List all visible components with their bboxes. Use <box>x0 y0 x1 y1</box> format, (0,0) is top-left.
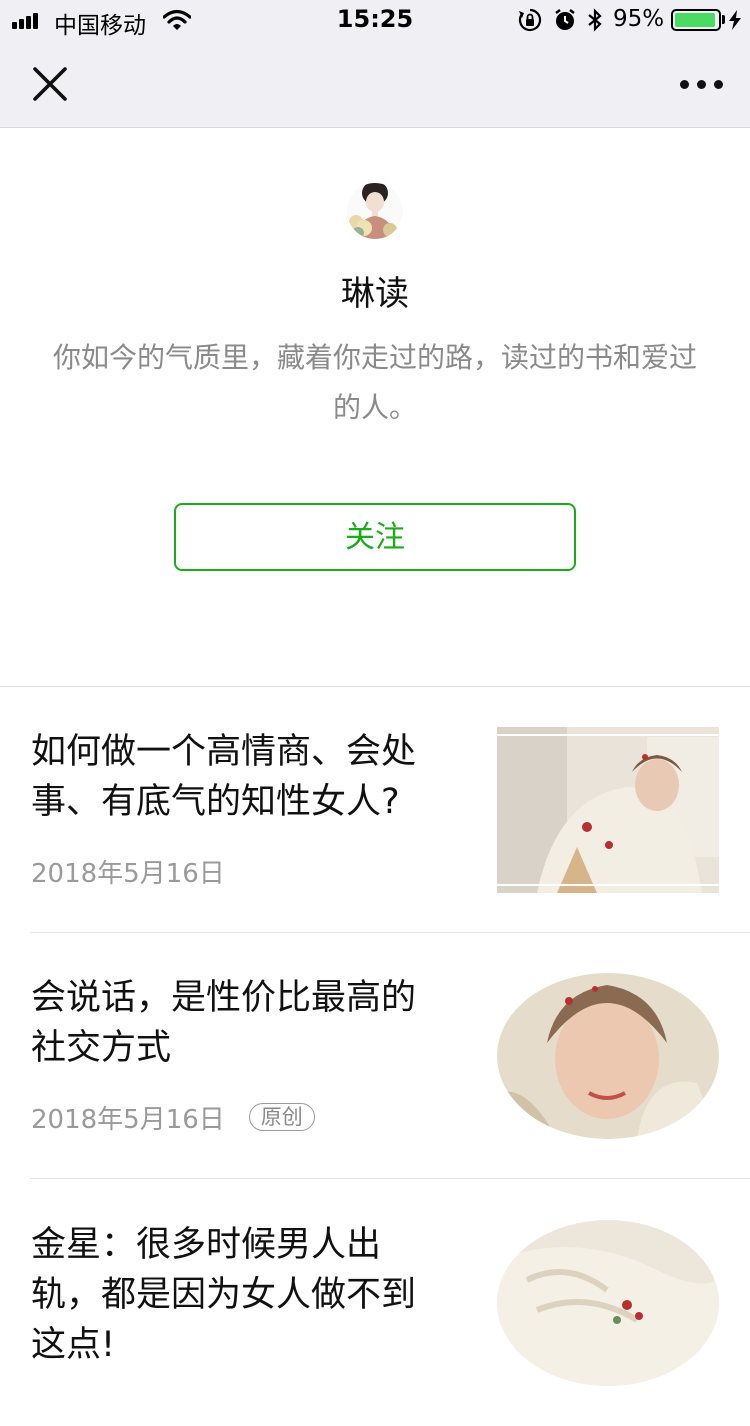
article-date: 2018年5月16日 <box>31 858 225 889</box>
account-profile: 琳读 你如今的气质里，藏着你走过的路，读过的书和爱过的人。 关注 <box>0 129 750 686</box>
status-bar: 中国移动 15:25 95% <box>0 0 750 40</box>
navigation-bar <box>0 40 750 128</box>
more-button[interactable] <box>676 66 726 102</box>
follow-button[interactable]: 关注 <box>174 503 576 571</box>
close-button[interactable] <box>28 62 72 106</box>
article-title: 如何做一个高情商、会处事、有底气的知性女人? <box>31 732 417 822</box>
article-item[interactable]: 金星：很多时候男人出轨，都是因为女人做不到这点! <box>0 1180 750 1426</box>
article-meta: 2018年5月16日 <box>31 853 225 889</box>
avatar[interactable] <box>346 178 404 240</box>
bluetooth-icon <box>588 8 602 32</box>
list-divider <box>30 1178 750 1179</box>
article-thumbnail <box>497 727 719 893</box>
original-badge: 原创 <box>248 1103 315 1131</box>
charging-icon <box>729 10 741 30</box>
battery-level-fill <box>675 13 715 27</box>
article-title: 会说话，是性价比最高的社交方式 <box>31 978 417 1068</box>
article-thumbnail <box>497 973 719 1139</box>
article-item[interactable]: 如何做一个高情商、会处事、有底气的知性女人? 2018年5月16日 <box>0 687 750 933</box>
orientation-lock-icon <box>518 8 542 32</box>
alarm-icon <box>555 9 575 30</box>
battery-nub <box>722 15 725 24</box>
article-title: 金星：很多时候男人出轨，都是因为女人做不到这点! <box>31 1225 417 1365</box>
account-name: 琳读 <box>341 274 409 314</box>
article-date: 2018年5月16日 <box>31 1104 225 1135</box>
battery-icon <box>671 9 721 31</box>
article-thumbnail <box>497 1220 719 1386</box>
battery-percentage: 95% <box>613 6 665 32</box>
more-icon <box>680 80 689 89</box>
account-bio: 你如今的气质里，藏着你走过的路，读过的书和爱过的人。 <box>52 341 697 424</box>
article-item[interactable]: 会说话，是性价比最高的社交方式 2018年5月16日 原创 <box>0 933 750 1179</box>
article-meta: 2018年5月16日 原创 <box>31 1099 315 1135</box>
close-icon <box>33 67 67 101</box>
